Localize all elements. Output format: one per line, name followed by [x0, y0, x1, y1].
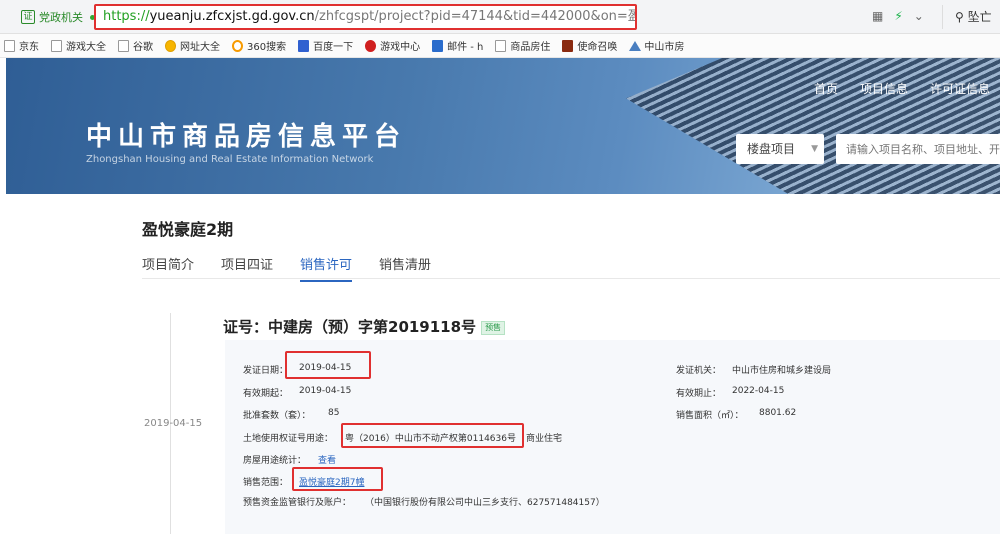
timeline-date: 2019-04-15	[144, 418, 203, 429]
bank-label: 预售资金监管银行及账户：	[243, 498, 352, 508]
page-icon	[495, 39, 507, 52]
nav-permit-info[interactable]: 许可证信息	[930, 80, 990, 97]
bookmark-item[interactable]: 京东	[4, 38, 39, 53]
valid-from-label: 有效期起：	[243, 389, 289, 399]
search-input[interactable]	[836, 134, 1000, 164]
bookmark-label: 360搜索	[247, 42, 287, 53]
nav-home[interactable]: 首页	[814, 80, 838, 97]
land-cert-label: 土地使用权证号用途：	[243, 434, 334, 444]
browser-address-bar: 证 党政机关 https://yueanju.zfcxjst.gd.gov.cn…	[0, 0, 1000, 34]
bookmark-item[interactable]: 邮件 - h	[432, 38, 483, 53]
browser-search-text: 坠亡	[967, 10, 992, 24]
issue-date-label: 发证日期：	[243, 366, 289, 376]
bookmark-item[interactable]: 使命召唤	[562, 38, 617, 53]
authority-label: 发证机关：	[676, 366, 722, 376]
star-icon	[165, 39, 176, 52]
search-type-select[interactable]: 楼盘项目 ▼	[736, 134, 824, 164]
site-badge-label: 党政机关	[39, 11, 83, 24]
bookmark-item[interactable]: 游戏中心	[365, 38, 420, 53]
site-title: 中山市商品房信息平台	[86, 122, 407, 152]
bookmark-item[interactable]: 中山市房	[629, 38, 684, 53]
gov-shield-icon: 证	[21, 10, 35, 24]
page-icon	[51, 39, 62, 52]
page-icon	[4, 39, 15, 52]
paw-icon	[298, 39, 310, 52]
tabs-divider	[142, 278, 1000, 279]
approved-units-label: 批准套数（套）：	[243, 411, 311, 421]
hero-banner: 中山市商品房信息平台 Zhongshan Housing and Real Es…	[6, 58, 1000, 194]
game-icon	[365, 39, 377, 52]
highlight-sales-scope	[292, 467, 383, 491]
url-scheme: https://	[103, 9, 150, 24]
bookmark-label: 百度一下	[313, 42, 354, 53]
sales-area-label: 销售面积（㎡）：	[676, 411, 744, 421]
bookmark-label: 邮件 - h	[447, 42, 484, 53]
chevron-down-icon[interactable]: ⌄	[914, 9, 924, 23]
bookmark-label: 网址大全	[180, 42, 220, 53]
url-field[interactable]: https://yueanju.zfcxjst.gd.gov.cn/zhfcgs…	[94, 4, 637, 30]
land-use-value: 商业住宅	[526, 434, 563, 444]
bookmark-item[interactable]: 360搜索	[232, 38, 286, 53]
nav-project-info[interactable]: 项目信息	[860, 80, 908, 97]
bookmark-item[interactable]: 网址大全	[165, 38, 220, 53]
building-graphic	[626, 58, 1000, 194]
url-path: /zhfcgspt/project?pid=47144&tid=442000&o…	[314, 9, 635, 24]
highlight-issue-date	[285, 351, 371, 379]
bookmark-item[interactable]: 谷歌	[118, 38, 153, 53]
bookmark-label: 商品房住	[510, 42, 551, 53]
mail-icon	[432, 39, 444, 52]
top-nav: 首页 项目信息 许可证信息	[814, 80, 990, 97]
bookmark-label: 游戏中心	[380, 42, 421, 53]
valid-to-label: 有效期止：	[676, 389, 722, 399]
bookmark-label: 谷歌	[133, 42, 153, 53]
ring-icon	[232, 39, 243, 52]
presale-badge: 预售	[481, 320, 506, 335]
bookmark-label: 京东	[19, 42, 39, 53]
valid-from-value: 2019-04-15	[299, 386, 352, 396]
site-badge[interactable]: 证 党政机关	[21, 8, 95, 26]
grid-icon[interactable]: ▦	[872, 9, 883, 23]
url-host: yueanju.zfcxjst.gd.gov.cn	[149, 9, 315, 24]
site-subtitle: Zhongshan Housing and Real Estate Inform…	[86, 154, 374, 165]
certificate-number: 证号：中建房（预）字第2019118号	[223, 318, 477, 336]
project-title: 盈悦豪庭2期	[142, 220, 234, 239]
usage-stats-link[interactable]: 查看	[318, 453, 336, 466]
browser-search-box[interactable]: ⚲ 坠亡	[942, 5, 1000, 29]
caret-down-icon: ▼	[811, 144, 818, 154]
page-icon	[118, 39, 129, 52]
sales-scope-label: 销售范围：	[243, 478, 289, 488]
usage-stats-label: 房屋用途统计：	[243, 456, 307, 466]
bookmark-label: 游戏大全	[66, 42, 106, 53]
bookmark-label: 中山市房	[644, 42, 685, 53]
certificate-title: 证号：中建房（预）字第2019118号 预售	[223, 316, 506, 337]
lightning-icon[interactable]: ⚡	[894, 9, 902, 23]
bookmarks-bar: 京东 游戏大全 谷歌 网址大全 360搜索 百度一下 游戏中心 邮件 - h 商…	[0, 34, 1000, 58]
sales-area-value: 8801.62	[759, 408, 797, 418]
bank-value: （中国银行股份有限公司中山三乡支行、627571484157）	[365, 498, 605, 508]
bookmark-label: 使命召唤	[577, 42, 618, 53]
authority-value: 中山市住房和城乡建设局	[732, 366, 832, 376]
address-tools: ▦ ⚡ ⌄	[872, 9, 924, 23]
approved-units-value: 85	[328, 408, 340, 418]
valid-to-value: 2022-04-15	[732, 386, 785, 396]
cod-icon	[562, 39, 574, 52]
search-icon: ⚲	[955, 10, 968, 24]
bookmark-item[interactable]: 百度一下	[298, 38, 353, 53]
triangle-icon	[629, 40, 642, 52]
highlight-land-cert	[341, 423, 524, 448]
search-type-value: 楼盘项目	[747, 142, 796, 156]
bookmark-item[interactable]: 商品房住	[495, 38, 550, 53]
bookmark-item[interactable]: 游戏大全	[51, 38, 106, 53]
